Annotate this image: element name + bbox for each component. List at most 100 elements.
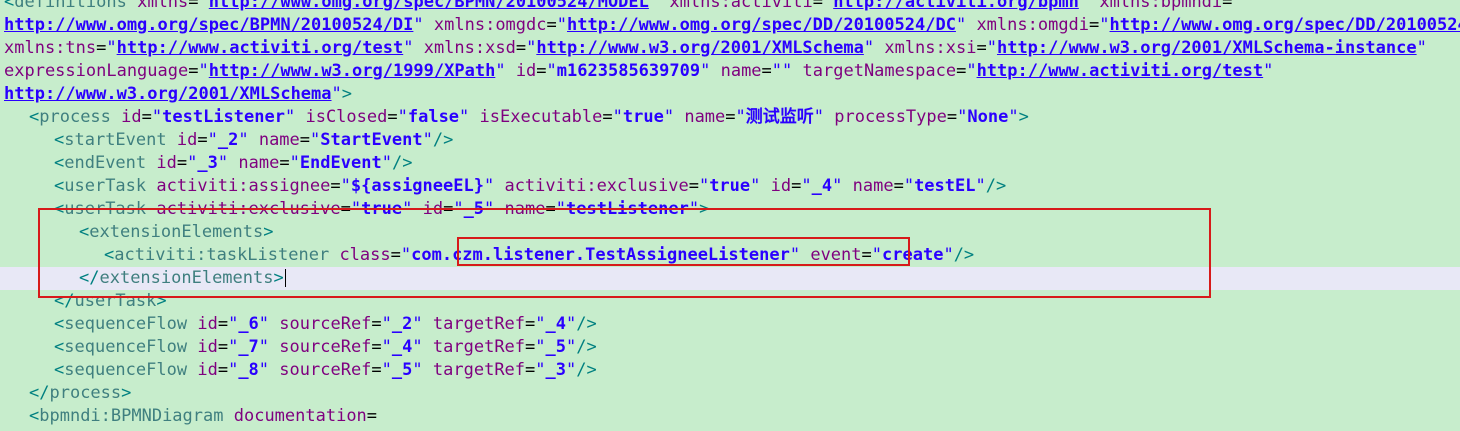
xml-quote: " [955,15,967,35]
code-line[interactable]: <sequenceFlow id="_6" sourceRef="_2" tar… [0,313,1460,336]
xml-quote: " [1008,107,1019,127]
code-line[interactable]: <bpmndi:BPMNDiagram documentation= [0,405,1460,428]
xml-attribute-name: xmlns:omgdc [433,15,547,35]
xml-quote: " [228,314,239,334]
xml-quote: " [484,199,495,219]
xml-attribute-value: true [361,199,403,219]
code-line[interactable]: <sequenceFlow id="_7" sourceRef="_4" tar… [0,336,1460,359]
xml-tag-name: userTask [74,291,157,311]
xml-equals: = [217,360,229,380]
code-line[interactable]: xmlns:tns="http://www.activiti.org/test"… [0,37,1460,60]
gutter-marker [0,83,3,106]
xml-url-value[interactable]: http://www.omg.org/spec/DD/20100524/DC [567,15,956,35]
xml-bracket: > [699,199,710,219]
xml-attribute-name: expressionLanguage [4,61,189,81]
xml-attribute-value: _4 [811,176,833,196]
code-line[interactable]: <userTask activiti:assignee="${assigneeE… [0,175,1460,198]
xml-quote: " [535,314,546,334]
xml-quote: " [413,15,424,35]
code-text: <userTask activiti:assignee="${assigneeE… [54,175,1006,198]
xml-attribute-value: m1623585639709 [556,61,701,81]
xml-url-value[interactable]: http://www.w3.org/2001/XMLSchema [536,38,864,58]
xml-tag-name: endEvent [64,153,147,173]
code-line[interactable]: <endEvent id="_3" name="EndEvent"/> [0,152,1460,175]
xml-url-value[interactable]: http://www.activiti.org/test [977,61,1264,81]
xml-equals: = [546,15,557,35]
xml-equals: = [197,130,208,150]
xml-url-value[interactable]: http://www.activiti.org/test [117,38,404,58]
code-text: expressionLanguage="http://www.w3.org/19… [4,60,1273,83]
xml-attribute-name: class [339,245,391,265]
code-line[interactable]: <userTask activiti:exclusive="true" id="… [0,198,1460,221]
xml-attribute-value: _5 [463,199,485,219]
gutter-marker [0,198,3,221]
xml-tag-name: userTask [64,199,147,219]
code-line-current[interactable]: </extensionElements> [0,267,1460,290]
xml-quote: " [331,84,342,104]
xml-editor[interactable]: <definitions xmlns="http://www.omg.org/s… [0,0,1460,431]
xml-equals: = [1089,15,1100,35]
xml-quote: " [555,199,566,219]
xml-url-value[interactable]: http://www.w3.org/1999/XPath [209,61,496,81]
gutter-marker [0,313,3,336]
code-line[interactable]: <definitions xmlns="http://www.omg.org/s… [0,0,1460,14]
gutter-marker [0,244,3,267]
xml-attribute-value: _2 [391,314,413,334]
xml-quote: " [403,38,414,58]
xml-bracket: </ [29,383,50,403]
xml-quote: " [459,107,470,127]
xml-equals: = [176,153,188,173]
xml-tag-name: definitions [14,0,127,12]
xml-bracket: < [54,314,65,334]
code-line[interactable]: expressionLanguage="http://www.w3.org/19… [0,60,1460,83]
xml-tag-name: extensionElements [99,268,274,288]
xml-quote: " [648,0,660,12]
xml-quote: " [566,314,577,334]
code-line[interactable]: http://www.omg.org/spec/BPMN/20100524/DI… [0,14,1460,37]
code-text: <definitions xmlns="http://www.omg.org/s… [4,0,1243,14]
code-line[interactable]: <sequenceFlow id="_8" sourceRef="_5" tar… [0,359,1460,382]
xml-attribute-value: _3 [197,153,218,173]
xml-url-value[interactable]: http://activiti.org/bpmn [833,0,1079,12]
xml-quote: " [535,360,546,380]
code-line[interactable]: </userTask> [0,290,1460,313]
xml-attribute-value: testListener [162,107,285,127]
xml-quote: " [402,199,413,219]
code-line[interactable]: <startEvent id="_2" name="StartEvent"/> [0,129,1460,152]
gutter-marker [0,359,3,382]
code-line[interactable]: http://www.w3.org/2001/XMLSchema"> [0,83,1460,106]
xml-url-value[interactable]: http://www.omg.org/spec/BPMN/20100524/DI [4,15,413,35]
xml-bracket: < [104,245,115,265]
xml-url-value[interactable]: http://www.w3.org/2001/XMLSchema-instanc… [997,38,1417,58]
xml-tag-name: process [49,383,122,403]
xml-quote: " [663,107,675,127]
xml-quote: " [258,360,270,380]
xml-url-value[interactable]: http://www.w3.org/2001/XMLSchema [4,84,332,104]
xml-quote: " [151,107,163,127]
xml-url-value[interactable]: http://www.omg.org/spec/BPMN/20100524/MO… [209,0,649,12]
code-line[interactable]: <extensionElements> [0,221,1460,244]
xml-quote: " [822,0,834,12]
code-line[interactable]: </process> [0,382,1460,405]
xml-attribute-name: documentation [233,406,367,426]
code-text: <process id="testListener" isClosed="fal… [29,106,1029,129]
xml-quote: " [350,199,362,219]
xml-bracket: > [121,383,132,403]
text-caret [284,269,286,287]
xml-quote: " [258,314,270,334]
xml-bracket: /> [391,153,413,173]
xml-quote: " [198,0,209,12]
xml-quote: " [903,176,915,196]
xml-equals: = [371,314,382,334]
xml-attribute-value: false [407,107,460,127]
code-line[interactable]: <activiti:taskListener class="com.czm.li… [0,244,1460,267]
code-line[interactable]: <process id="testListener" isClosed="fal… [0,106,1460,129]
xml-url-value[interactable]: http://www.omg.org/spec/DD/20100524/DI [1110,15,1460,35]
gutter-marker [0,290,3,313]
